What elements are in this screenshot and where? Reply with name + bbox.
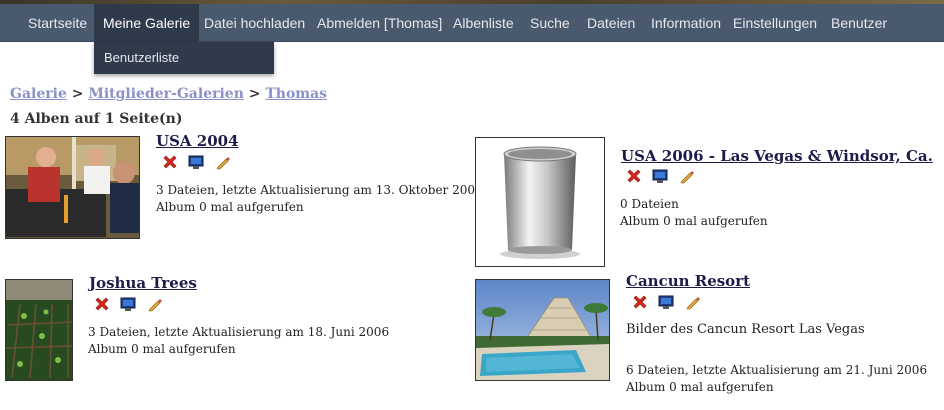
nav-datei-hochladen[interactable]: Datei hochladen bbox=[204, 4, 305, 42]
nav-albenliste[interactable]: Albenliste bbox=[453, 4, 514, 42]
album-thumbnail-usa-2004[interactable] bbox=[5, 136, 140, 239]
nav-startseite[interactable]: Startseite bbox=[28, 4, 87, 42]
delete-icon[interactable] bbox=[94, 296, 110, 312]
properties-icon[interactable] bbox=[658, 294, 674, 310]
album-description: Bilder des Cancun Resort Las Vegas bbox=[626, 322, 865, 337]
properties-icon[interactable] bbox=[188, 154, 204, 170]
edit-icon[interactable] bbox=[685, 294, 701, 310]
nav-meine-galerie[interactable]: Meine Galerie bbox=[94, 4, 200, 42]
album-actions bbox=[626, 168, 696, 186]
album-title-usa-2004[interactable]: USA 2004 bbox=[156, 132, 239, 150]
breadcrumb-separator: > bbox=[248, 86, 261, 102]
properties-icon[interactable] bbox=[120, 296, 136, 312]
album-thumbnail-usa-2006[interactable] bbox=[475, 137, 605, 267]
gallery-dropdown-menu: Benutzerliste bbox=[94, 42, 274, 74]
album-file-info: 6 Dateien, letzte Aktualisierung am 21. … bbox=[626, 363, 928, 377]
album-file-info: 3 Dateien, letzte Aktualisierung am 18. … bbox=[88, 325, 390, 339]
dropdown-item-benutzerliste[interactable]: Benutzerliste bbox=[104, 42, 179, 74]
album-info: 6 Dateien, letzte Aktualisierung am 21. … bbox=[626, 362, 927, 396]
breadcrumb-galerie[interactable]: Galerie bbox=[10, 86, 67, 102]
album-thumbnail-joshua-trees[interactable] bbox=[5, 279, 73, 381]
nav-einstellungen[interactable]: Einstellungen bbox=[733, 4, 817, 42]
album-thumbnail-cancun-resort[interactable] bbox=[475, 279, 610, 381]
delete-icon[interactable] bbox=[162, 154, 178, 170]
album-view-count: Album 0 mal aufgerufen bbox=[156, 200, 304, 214]
album-info: 0 Dateien Album 0 mal aufgerufen bbox=[620, 196, 768, 230]
breadcrumb-mitglieder-galerien[interactable]: Mitglieder-Galerien bbox=[88, 86, 244, 102]
edit-icon[interactable] bbox=[147, 296, 163, 312]
breadcrumb-thomas[interactable]: Thomas bbox=[265, 86, 327, 102]
nav-benutzer[interactable]: Benutzer bbox=[831, 4, 887, 42]
album-file-info: 0 Dateien bbox=[620, 197, 679, 211]
breadcrumb: Galerie > Mitglieder-Galerien > Thomas bbox=[10, 86, 327, 102]
edit-icon[interactable] bbox=[679, 168, 695, 184]
album-actions bbox=[94, 296, 164, 314]
nav-abmelden[interactable]: Abmelden [Thomas] bbox=[317, 4, 442, 42]
album-info: 3 Dateien, letzte Aktualisierung am 18. … bbox=[88, 324, 389, 358]
album-actions bbox=[632, 294, 702, 312]
nav-suche[interactable]: Suche bbox=[530, 4, 570, 42]
album-page-count: 4 Alben auf 1 Seite(n) bbox=[10, 111, 183, 127]
nav-information[interactable]: Information bbox=[651, 4, 721, 42]
breadcrumb-separator: > bbox=[71, 86, 84, 102]
edit-icon[interactable] bbox=[215, 154, 231, 170]
album-actions bbox=[162, 154, 232, 172]
album-view-count: Album 0 mal aufgerufen bbox=[620, 214, 768, 228]
properties-icon[interactable] bbox=[652, 168, 668, 184]
album-title-joshua-trees[interactable]: Joshua Trees bbox=[89, 274, 197, 292]
album-view-count: Album 0 mal aufgerufen bbox=[626, 380, 774, 394]
album-title-usa-2006[interactable]: USA 2006 - Las Vegas & Windsor, Ca. bbox=[621, 147, 933, 165]
album-view-count: Album 0 mal aufgerufen bbox=[88, 342, 236, 356]
album-title-cancun-resort[interactable]: Cancun Resort bbox=[626, 272, 750, 290]
delete-icon[interactable] bbox=[632, 294, 648, 310]
delete-icon[interactable] bbox=[626, 168, 642, 184]
nav-dateien[interactable]: Dateien bbox=[587, 4, 635, 42]
album-file-info: 3 Dateien, letzte Aktualisierung am 13. … bbox=[156, 183, 483, 197]
album-info: 3 Dateien, letzte Aktualisierung am 13. … bbox=[156, 182, 483, 216]
